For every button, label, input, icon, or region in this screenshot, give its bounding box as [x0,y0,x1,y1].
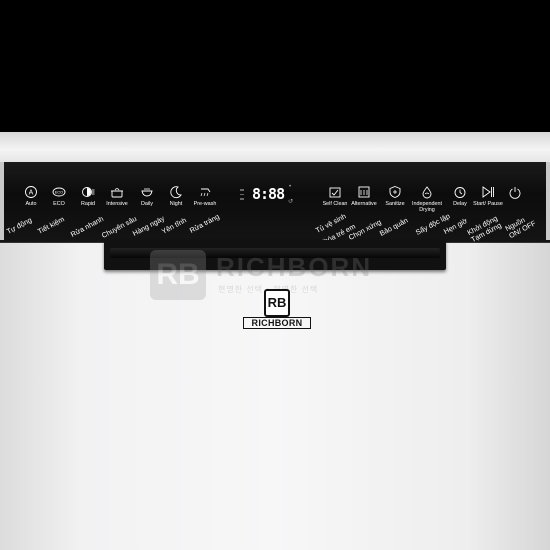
svg-text:A: A [29,190,34,197]
panel-edge-right [546,162,550,240]
watermark-logo-icon: RB [150,250,206,300]
display-indicator-bottom: ↺ [288,199,294,205]
appliance-top-black [0,0,550,132]
time-display: 8:88 [252,185,285,203]
display-indicator-top: • [289,184,292,190]
display-side-indicators [240,186,248,204]
panel-edge-left [0,162,4,240]
self-clean-icon [328,185,342,199]
brand-name: RICHBORN [243,317,311,329]
daily-bowl-icon [140,185,154,199]
power-button[interactable] [495,185,535,199]
silver-trim [0,132,550,162]
brand-logo-icon: RB [264,289,290,317]
delay-clock-icon [453,185,467,199]
watermark-brand-text: RICHBORN [216,252,373,282]
intensive-pot-icon [110,185,124,199]
start-pause-label: Start/ Pause [473,201,503,207]
rapid-icon [81,185,95,199]
start-pause-icon [481,185,495,199]
eco-icon: ECO [52,185,66,199]
power-icon [508,185,522,199]
night-moon-icon [169,185,183,199]
drying-icon [420,185,434,199]
alternative-icon [357,185,371,199]
program-prewash-button[interactable]: Pre-wash [185,185,225,207]
program-prewash-label: Pre-wash [193,201,217,207]
auto-icon: A [24,185,38,199]
sanitize-shield-icon [388,185,402,199]
svg-text:ECO: ECO [55,191,63,195]
prewash-icon [198,185,212,199]
